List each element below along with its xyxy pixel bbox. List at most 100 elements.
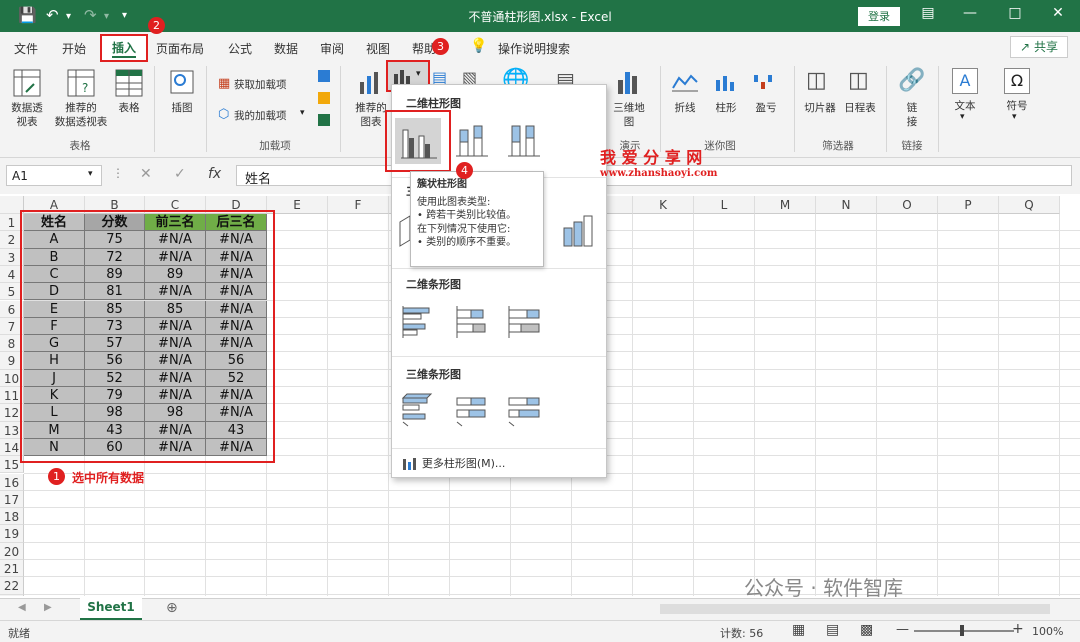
row-header[interactable]: 20	[0, 542, 24, 560]
text-dropdown-icon[interactable]: ▾	[960, 112, 965, 122]
tab-view[interactable]: 视图	[366, 40, 390, 57]
sparkline-winloss-icon[interactable]	[752, 72, 778, 95]
login-button[interactable]: 登录	[858, 7, 900, 26]
next-sheet-icon[interactable]: ▶	[44, 602, 52, 613]
column-header[interactable]: M	[755, 196, 816, 214]
my-addins-button[interactable]: 我的加载项	[234, 108, 287, 123]
row-header[interactable]: 22	[0, 577, 24, 595]
3d-stacked-bar-option[interactable]	[454, 392, 490, 431]
page-break-view-icon[interactable]: ▩	[860, 622, 873, 638]
row-header[interactable]: 16	[0, 473, 24, 491]
table-label[interactable]: 表格	[110, 100, 148, 115]
tell-me-search[interactable]: 操作说明搜索	[498, 40, 570, 57]
row-header[interactable]: 19	[0, 525, 24, 543]
column-header[interactable]: Q	[999, 196, 1060, 214]
3d-map-icon[interactable]	[614, 68, 644, 98]
tab-home[interactable]: 开始	[62, 40, 86, 57]
100-stacked-bar-option[interactable]	[506, 304, 542, 343]
link-label2[interactable]: 接	[896, 114, 928, 129]
link-label1[interactable]: 链	[896, 100, 928, 115]
100-stacked-column-option[interactable]	[506, 122, 542, 161]
slicer-icon[interactable]: ◫	[806, 68, 827, 93]
minimize-icon[interactable]: —	[955, 5, 985, 21]
grid-line	[24, 489, 1080, 491]
my-addins-dropdown-icon[interactable]: ▾	[300, 108, 305, 118]
3d-100-stacked-bar-option[interactable]	[506, 392, 542, 431]
ribbon-display-icon[interactable]: ▤	[913, 5, 943, 21]
column-header[interactable]: F	[328, 196, 389, 214]
row-header[interactable]: 18	[0, 508, 24, 526]
add-sheet-icon[interactable]: ⊕	[166, 600, 178, 616]
maximize-icon[interactable]: □	[1000, 5, 1030, 21]
zoom-in-icon[interactable]: +	[1012, 621, 1024, 637]
column-header[interactable]: L	[694, 196, 755, 214]
table-icon[interactable]	[114, 68, 144, 98]
sparkline-winloss-label[interactable]: 盈亏	[746, 100, 786, 115]
clustered-column-option[interactable]	[395, 118, 441, 164]
tab-formulas[interactable]: 公式	[228, 40, 252, 57]
column-header[interactable]: E	[267, 196, 328, 214]
text-box-icon[interactable]: A	[952, 68, 978, 94]
column-header[interactable]: P	[938, 196, 999, 214]
name-box-dropdown-icon[interactable]: ▾	[88, 169, 93, 179]
row-header[interactable]: 17	[0, 490, 24, 509]
tooltip-line: 使用此图表类型:	[417, 196, 491, 208]
tab-data[interactable]: 数据	[274, 40, 298, 57]
stacked-bar-option[interactable]	[454, 304, 490, 343]
timeline-icon[interactable]: ◫	[848, 68, 869, 93]
row-header[interactable]: 23	[0, 594, 24, 596]
people-graph-icon[interactable]	[318, 114, 330, 126]
clustered-bar-option[interactable]	[400, 304, 436, 343]
pivot-table-label2[interactable]: 视表	[4, 114, 50, 129]
sparkline-column-label[interactable]: 柱形	[706, 100, 746, 115]
zoom-slider[interactable]	[914, 630, 1014, 632]
insert-function-icon[interactable]: fx	[208, 166, 221, 182]
symbol-dropdown-icon[interactable]: ▾	[1012, 112, 1017, 122]
column-header[interactable]: N	[816, 196, 877, 214]
recommended-pivot-icon[interactable]: ?	[66, 68, 96, 98]
text-label[interactable]: 文本	[948, 98, 982, 113]
sheet-tab[interactable]: Sheet1	[80, 598, 142, 620]
step-badge-2: 2	[148, 17, 165, 34]
share-button[interactable]: ↗ 共享	[1010, 36, 1068, 58]
tab-insert[interactable]: 插入	[100, 34, 148, 62]
more-column-charts-option[interactable]: 更多柱形图(M)...	[402, 455, 505, 471]
slicer-label[interactable]: 切片器	[798, 100, 842, 115]
recommended-charts-icon[interactable]	[356, 68, 384, 98]
3d-map-label2[interactable]: 图	[608, 114, 650, 129]
gallery-divider	[392, 356, 606, 357]
close-icon[interactable]: ✕	[1043, 5, 1073, 21]
tab-file[interactable]: 文件	[14, 40, 38, 57]
3d-column-option[interactable]	[560, 212, 596, 251]
zoom-out-icon[interactable]: —	[896, 622, 909, 637]
tab-review[interactable]: 审阅	[320, 40, 344, 57]
illustrations-icon[interactable]	[168, 68, 196, 98]
zoom-slider-thumb[interactable]	[960, 625, 964, 636]
symbol-label[interactable]: 符号	[1000, 98, 1034, 113]
sparkline-column-icon[interactable]	[714, 72, 740, 95]
row-header[interactable]: 21	[0, 560, 24, 578]
symbol-icon[interactable]: Ω	[1004, 68, 1030, 94]
3d-map-label1[interactable]: 三维地	[608, 100, 650, 115]
sparkline-line-icon[interactable]	[672, 72, 698, 95]
illustrations-label[interactable]: 插图	[160, 100, 204, 115]
page-layout-view-icon[interactable]: ▤	[826, 622, 839, 638]
column-header[interactable]: K	[633, 196, 694, 214]
horizontal-scrollbar[interactable]	[660, 604, 1050, 614]
pivot-table-label1[interactable]: 数据透	[4, 100, 50, 115]
get-addins-button[interactable]: 获取加载项	[234, 77, 287, 92]
bing-icon[interactable]	[318, 92, 330, 104]
timeline-label[interactable]: 日程表	[840, 100, 880, 115]
prev-sheet-icon[interactable]: ◀	[18, 602, 26, 613]
pivot-table-icon[interactable]	[12, 68, 42, 98]
stacked-column-option[interactable]	[454, 122, 490, 161]
visio-icon[interactable]	[318, 70, 330, 82]
column-header[interactable]: O	[877, 196, 938, 214]
tab-page-layout[interactable]: 页面布局	[156, 40, 204, 57]
recommended-pivot-label2[interactable]: 数据透视表	[46, 114, 116, 129]
normal-view-icon[interactable]: ▦	[792, 622, 805, 638]
recommended-pivot-label1[interactable]: 推荐的	[52, 100, 110, 115]
3d-clustered-bar-option[interactable]	[400, 392, 436, 431]
link-icon[interactable]: 🔗	[898, 68, 925, 93]
sparkline-line-label[interactable]: 折线	[666, 100, 704, 115]
